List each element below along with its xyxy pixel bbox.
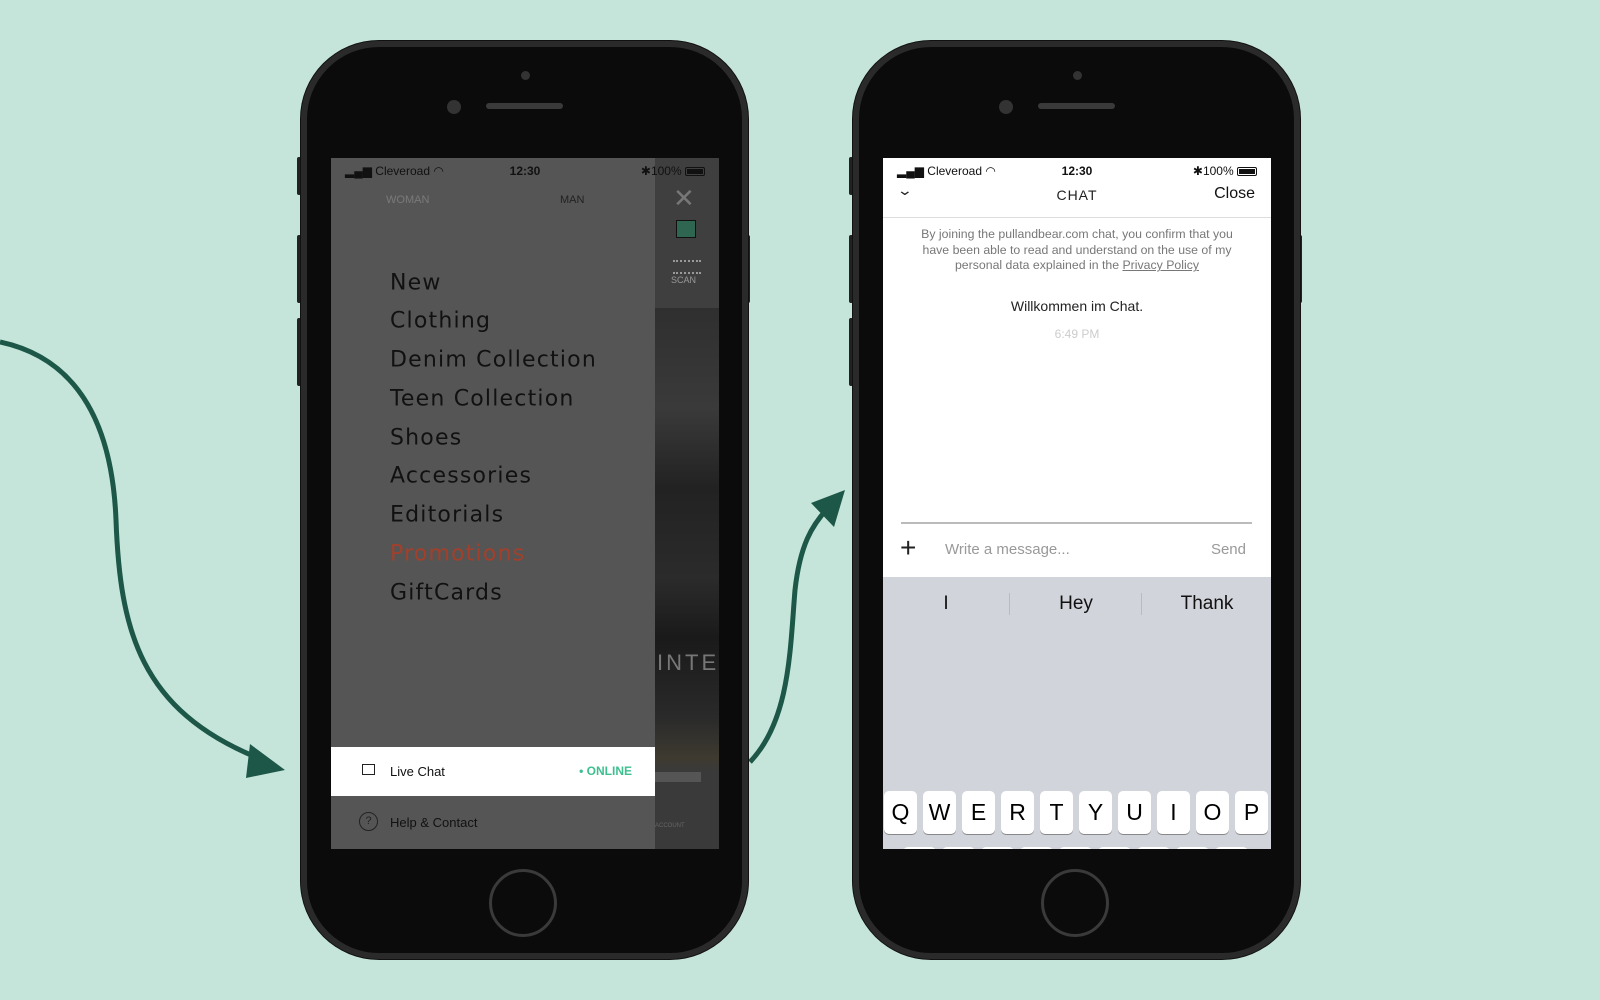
front-camera <box>447 100 461 114</box>
menu-item-accessories[interactable]: Accessories <box>390 464 532 489</box>
keyboard: I Hey Thank ⬆ ⌫ 123 🌐︎ 🎙︎ space return Q… <box>883 577 1271 849</box>
battery-icon <box>1237 167 1257 177</box>
menu-item-clothing[interactable]: Clothing <box>390 309 491 334</box>
right-screen: ▂▄▆ Cleveroad ◠ 12:30 ✱100% ⌄ CHAT Close… <box>883 158 1271 849</box>
banner-text: INTE <box>657 650 719 675</box>
arrow-right <box>748 506 830 764</box>
earpiece-speaker <box>1038 103 1115 109</box>
menu-item-promotions[interactable]: Promotions <box>390 542 525 567</box>
disclaimer: By joining the pullandbear.com chat, you… <box>907 227 1247 274</box>
message-input[interactable]: Write a message... <box>945 541 1070 558</box>
key-s[interactable]: S <box>942 847 975 849</box>
key-d[interactable]: D <box>981 847 1014 849</box>
status-bar: ▂▄▆ Cleveroad ◠ 12:30 ✱100% <box>883 164 1271 180</box>
input-divider <box>901 522 1252 524</box>
front-camera <box>999 100 1013 114</box>
earpiece-speaker <box>486 103 563 109</box>
tab-woman[interactable]: WOMAN <box>386 194 429 206</box>
welcome-message: Willkommen im Chat. <box>1010 298 1144 314</box>
proximity-sensor <box>521 71 530 80</box>
menu-item-new[interactable]: New <box>390 271 442 296</box>
key-u[interactable]: U <box>1118 791 1151 834</box>
banner-bar <box>655 772 701 782</box>
help-contact-item[interactable]: Help & Contact <box>390 815 477 830</box>
shopping-bag-icon[interactable] <box>676 220 696 238</box>
key-f[interactable]: F <box>1020 847 1053 849</box>
key-k[interactable]: K <box>1176 847 1209 849</box>
live-chat-item[interactable]: Live Chat • ONLINE <box>331 747 655 796</box>
arrow-left <box>0 339 259 761</box>
home-button[interactable] <box>489 869 557 937</box>
key-t[interactable]: T <box>1040 791 1073 834</box>
account-tab[interactable]: ACCOUNT <box>655 823 685 829</box>
key-g[interactable]: G <box>1059 847 1092 849</box>
suggestion[interactable]: Hey <box>1059 593 1093 615</box>
menu-item-teen[interactable]: Teen Collection <box>390 387 575 412</box>
status-bar: ▂▄▆ Cleveroad ◠ 12:30 ✱100% <box>331 164 719 180</box>
suggestion-divider <box>1009 593 1010 615</box>
flow-arrows <box>0 339 845 778</box>
proximity-sensor <box>1073 71 1082 80</box>
key-w[interactable]: W <box>923 791 956 834</box>
left-screen: ✕ SCAN INTE ACCOUNT ▂▄▆ Cleveroad ◠ 12:3… <box>331 158 719 849</box>
key-o[interactable]: O <box>1196 791 1229 834</box>
key-q[interactable]: Q <box>884 791 917 834</box>
key-r[interactable]: R <box>1001 791 1034 834</box>
barcode-icon <box>673 260 701 274</box>
online-status: • ONLINE <box>579 764 632 778</box>
home-button[interactable] <box>1041 869 1109 937</box>
key-p[interactable]: P <box>1235 791 1268 834</box>
background-page: ✕ SCAN INTE ACCOUNT <box>655 158 719 849</box>
header-divider <box>883 217 1271 218</box>
menu-item-shoes[interactable]: Shoes <box>390 426 462 451</box>
help-icon: ? <box>359 812 378 831</box>
suggestion[interactable]: Thank <box>1181 593 1234 615</box>
key-i[interactable]: I <box>1157 791 1190 834</box>
send-button[interactable]: Send <box>1211 541 1246 558</box>
suggestion-divider <box>1141 593 1142 615</box>
privacy-policy-link[interactable]: Privacy Policy <box>1122 258 1199 272</box>
key-e[interactable]: E <box>962 791 995 834</box>
menu-item-denim[interactable]: Denim Collection <box>390 348 597 373</box>
chat-bubble-icon <box>362 764 375 775</box>
suggestion[interactable]: I <box>943 593 948 615</box>
key-j[interactable]: J <box>1137 847 1170 849</box>
menu-item-giftcards[interactable]: GiftCards <box>390 581 503 606</box>
arrowhead-left <box>246 744 285 778</box>
key-h[interactable]: H <box>1098 847 1131 849</box>
key-l[interactable]: L <box>1215 847 1248 849</box>
menu-item-editorials[interactable]: Editorials <box>390 503 504 528</box>
close-icon[interactable]: ✕ <box>673 183 695 214</box>
key-a[interactable]: A <box>903 847 936 849</box>
battery-icon <box>685 167 705 177</box>
message-time: 6:49 PM <box>1054 327 1100 341</box>
plus-icon[interactable]: + <box>900 533 916 563</box>
key-y[interactable]: Y <box>1079 791 1112 834</box>
live-chat-label: Live Chat <box>390 764 445 779</box>
close-button[interactable]: Close <box>1214 185 1255 203</box>
battery: ✱100% <box>641 164 705 178</box>
tab-man[interactable]: MAN <box>560 194 584 206</box>
battery: ✱100% <box>1193 164 1257 178</box>
scan-button[interactable]: SCAN <box>671 275 696 285</box>
chat-title: CHAT <box>1056 187 1098 203</box>
